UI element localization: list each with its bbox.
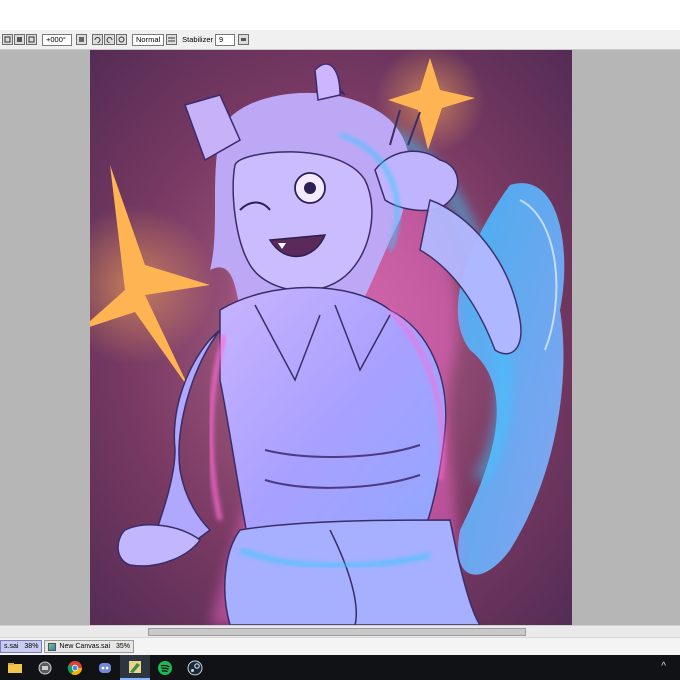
face [232, 151, 373, 292]
taskbar: ^ [0, 655, 680, 680]
steam-icon [187, 660, 203, 675]
zoom-out-button[interactable] [14, 34, 25, 45]
tab-label: s.sai [4, 643, 19, 650]
rotate-reset-button[interactable] [116, 34, 127, 45]
flip-icon [168, 37, 176, 42]
tab-label: New Canvas.sai [59, 643, 110, 650]
paint-tool-sai-icon [129, 660, 141, 673]
tab-document-1[interactable]: s.sai 38% [0, 640, 43, 653]
discord-icon [99, 662, 111, 673]
app-icon [38, 661, 52, 674]
zoom-reset-icon [28, 36, 35, 43]
rotation-field[interactable]: +000° [42, 33, 72, 46]
taskbar-file-explorer[interactable] [0, 655, 30, 680]
zoom-in-icon [4, 36, 11, 43]
tab-document-2[interactable]: New Canvas.sai 35% [44, 640, 135, 653]
system-tray-chevron-icon[interactable]: ^ [661, 661, 666, 672]
rotate-cw-button[interactable] [104, 34, 115, 45]
taskbar-steam[interactable] [180, 655, 210, 680]
taskbar-paint-tool-sai[interactable] [120, 655, 150, 680]
tab-zoom: 38% [24, 643, 39, 650]
horizontal-scrollbar[interactable] [0, 625, 680, 637]
taskbar-app[interactable] [30, 655, 60, 680]
spotify-icon [158, 660, 172, 675]
taskbar-spotify[interactable] [150, 655, 180, 680]
stabilizer-label: Stabilizer [182, 35, 214, 44]
chevron-down-icon [241, 38, 247, 41]
rotate-cw-icon [106, 37, 113, 43]
zoom-out-icon [17, 37, 22, 42]
rotate-left-button[interactable] [76, 34, 87, 45]
rotate-left-icon [79, 37, 84, 42]
flip-button[interactable] [166, 34, 178, 45]
taskbar-chrome[interactable] [60, 655, 90, 680]
app-window: +000° Normal Stabilizer 9 s.sai 38% New … [0, 0, 680, 680]
rotate-ccw-icon [94, 37, 101, 43]
title-area [0, 0, 680, 30]
shorts [224, 519, 481, 625]
canvas-file-icon [48, 642, 57, 651]
blend-mode-select[interactable]: Normal [132, 33, 165, 46]
stabilizer-dropdown-button[interactable] [238, 34, 250, 45]
artwork-image [90, 50, 572, 625]
rotate-reset-icon [118, 36, 125, 43]
drawing-canvas[interactable] [90, 50, 572, 625]
canvas-toolbar: +000° Normal Stabilizer 9 [0, 30, 680, 50]
zoom-reset-button[interactable] [26, 34, 37, 45]
tab-zoom: 35% [116, 643, 131, 650]
scrollbar-thumb[interactable] [148, 628, 526, 636]
document-tabs: s.sai 38% New Canvas.sai 35% [0, 637, 680, 655]
chrome-icon [67, 660, 82, 675]
stabilizer-select[interactable]: 9 [215, 33, 236, 46]
taskbar-discord[interactable] [90, 655, 120, 680]
torso [219, 286, 447, 551]
zoom-in-button[interactable] [2, 34, 13, 45]
rotate-ccw-button[interactable] [92, 34, 103, 45]
workspace [0, 50, 680, 625]
file-explorer-icon [8, 662, 22, 673]
